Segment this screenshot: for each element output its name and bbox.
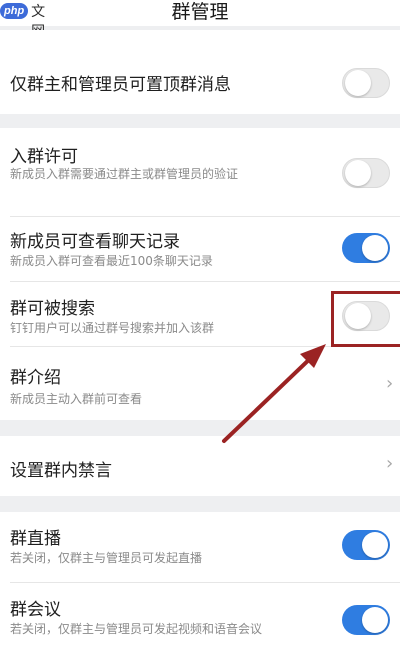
annotation-arrow: [222, 344, 326, 443]
